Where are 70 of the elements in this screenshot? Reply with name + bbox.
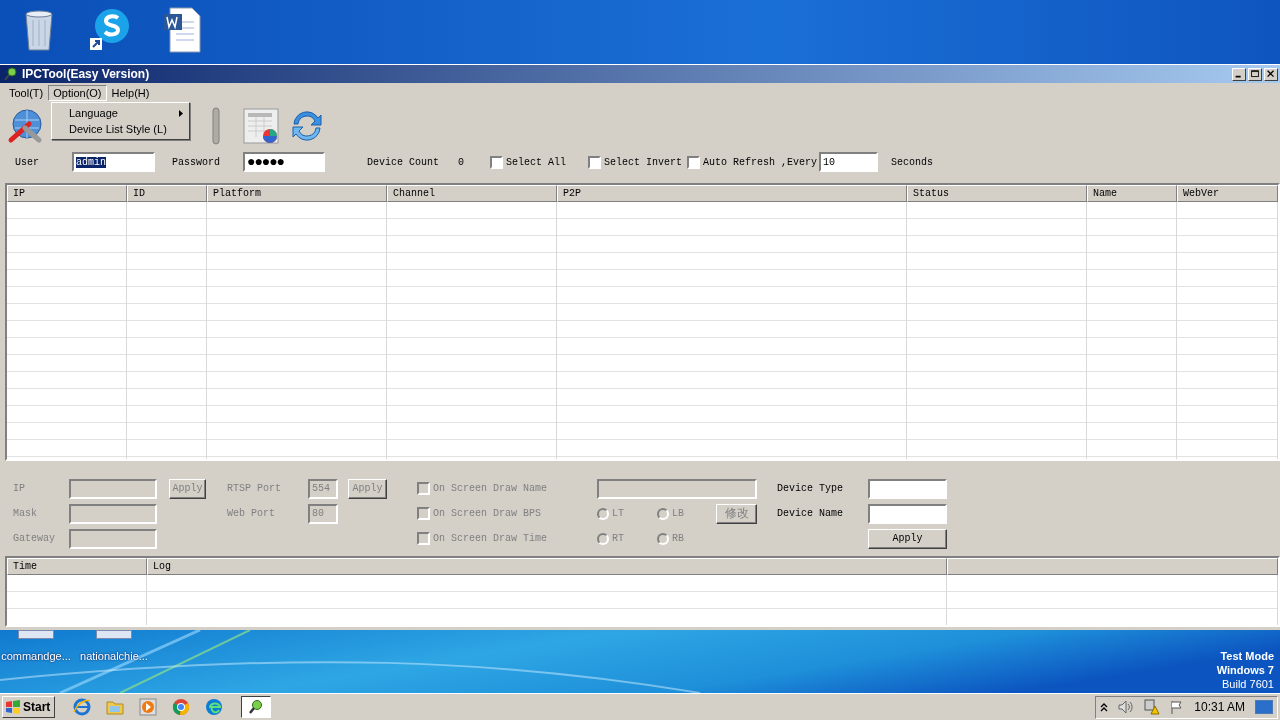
column-header[interactable]: WebVer [1177, 185, 1278, 202]
media-player-icon[interactable] [139, 698, 158, 716]
device-count: 0 [458, 156, 465, 168]
windows-logo-icon [5, 700, 21, 714]
column-header[interactable]: Channel [387, 185, 557, 202]
checkbox[interactable] [588, 155, 602, 169]
interval-field[interactable]: 10 [819, 152, 879, 172]
maximize-icon[interactable] [1248, 67, 1262, 81]
checkbox-label[interactable]: Auto Refresh ,Every [703, 156, 818, 168]
network-warning-icon[interactable] [1144, 699, 1161, 715]
device-count-label: Device Count [367, 156, 439, 168]
field-label: Web Port [227, 508, 276, 519]
input-field[interactable] [868, 478, 947, 499]
field-label: IP [13, 483, 26, 494]
field-label: Gateway [13, 533, 56, 544]
column-header[interactable]: Platform [207, 185, 387, 202]
field-label: RTSP Port [227, 483, 282, 494]
column-header[interactable]: Name [1087, 185, 1177, 202]
column-header[interactable]: Log [147, 558, 947, 575]
os-build-text: Build 7601 [1222, 677, 1274, 691]
checkbox-label[interactable]: Select Invert [604, 156, 683, 168]
checkbox[interactable] [687, 155, 701, 169]
checkbox-label[interactable]: Select All [506, 156, 567, 168]
desktop-icon-label[interactable]: commandge... [1, 650, 71, 662]
separator-bar-icon [212, 106, 220, 145]
user-field[interactable]: admin [72, 152, 155, 172]
field-label: Mask [13, 508, 38, 519]
user-label: User [15, 156, 40, 168]
os-build-text: Test Mode [1220, 649, 1274, 663]
chrome-icon[interactable] [172, 698, 191, 716]
magnifier-icon [4, 67, 18, 81]
checkbox[interactable] [490, 155, 504, 169]
column-header[interactable]: P2P [557, 185, 907, 202]
os-build-text: Windows 7 [1216, 663, 1274, 677]
browser-e-icon[interactable] [73, 698, 92, 716]
menu-entry[interactable]: Device List Style (L) [52, 121, 189, 137]
flag-icon[interactable] [1170, 700, 1185, 714]
close-icon[interactable] [1264, 67, 1278, 81]
speaker-icon[interactable] [1118, 700, 1135, 714]
input-field[interactable] [868, 503, 947, 524]
seconds-label: Seconds [891, 156, 934, 168]
field-label: Device Name [777, 508, 844, 519]
window-title: IPCTool(Easy Version) [22, 67, 150, 81]
file-icon[interactable] [18, 630, 54, 639]
word-document-icon[interactable] [162, 6, 204, 54]
globe-tools-icon[interactable] [7, 107, 45, 144]
menu-item[interactable]: Help(H) [106, 84, 155, 101]
menu-item[interactable]: Option(O) [48, 84, 107, 101]
column-header[interactable]: Time [7, 558, 147, 575]
chevron-up-icon[interactable] [1100, 702, 1109, 712]
taskbar-app-button[interactable] [241, 696, 272, 718]
start-button[interactable]: Start [2, 696, 56, 718]
menu-entry[interactable]: Language [52, 105, 189, 121]
submenu-arrow-icon [179, 109, 183, 117]
clock[interactable]: 10:31 AM [1194, 700, 1245, 714]
password-label: Password [172, 156, 221, 168]
minimize-icon[interactable] [1232, 67, 1246, 81]
menu-item[interactable]: Tool(T) [4, 84, 49, 101]
field-label: Device Type [777, 483, 844, 494]
column-header[interactable] [947, 558, 1278, 575]
magnifier-icon [248, 699, 265, 715]
column-header[interactable]: ID [127, 185, 207, 202]
file-icon[interactable] [96, 630, 132, 639]
desktop-icon-label[interactable]: nationalchie... [80, 650, 148, 662]
password-field[interactable]: ●●●●● [243, 152, 325, 172]
column-header[interactable]: IP [7, 185, 127, 202]
apply-button[interactable]: Apply [868, 528, 947, 549]
column-header[interactable]: Status [907, 185, 1087, 202]
spreadsheet-chart-icon[interactable] [242, 106, 280, 145]
edge-icon[interactable] [205, 698, 224, 716]
